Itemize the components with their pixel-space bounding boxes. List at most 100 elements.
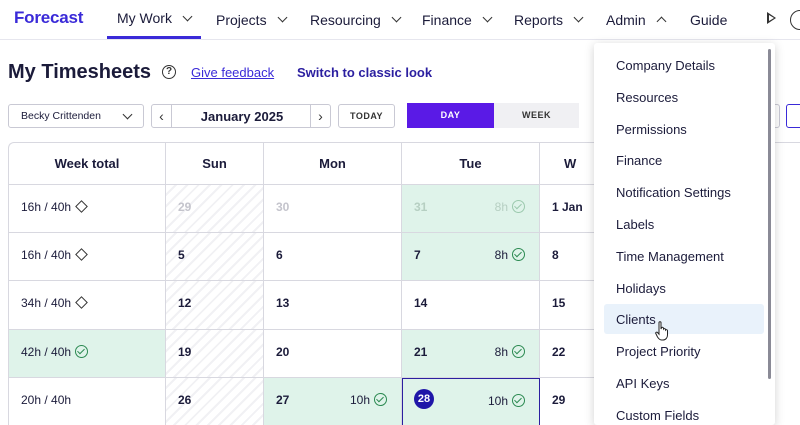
chevron-down-icon [573,12,584,23]
day-cell[interactable]: 29 [166,185,264,233]
day-hours: 10h [350,393,387,407]
week-total-value: 20h / 40h [21,393,72,407]
nav-guide-label: Guide [690,11,728,28]
day-cell[interactable]: 5 [166,233,264,281]
nav-my-work-label: My Work [117,10,172,26]
current-month-label: January 2025 [200,109,284,124]
header-mon: Mon [264,143,402,185]
nav-admin-label: Admin [606,11,646,28]
nav-projects-label: Projects [216,11,267,28]
week-total-value: 34h / 40h [21,296,72,310]
day-cell[interactable]: 21 8h [402,330,540,378]
menu-item-time-management[interactable]: Time Management [604,241,764,271]
day-cell[interactable]: 31 8h [402,185,540,233]
menu-item-holidays[interactable]: Holidays [604,273,764,303]
nav-guide[interactable]: Guide [690,0,727,39]
day-number: 8 [552,248,559,262]
nav-resourcing-label: Resourcing [310,11,381,28]
help-icon[interactable]: ? [162,65,176,79]
day-hours: 8h [495,345,525,359]
day-number: 14 [414,296,428,310]
today-button[interactable]: TODAY [338,104,395,128]
hours-value: 8h [494,200,508,214]
chevron-down-icon [391,12,402,23]
day-cell[interactable]: 6 [264,233,402,281]
day-cell[interactable]: 27 10h [264,378,402,425]
week-total-row-1: 16h / 40h [9,185,166,233]
diamond-warning-icon [75,248,88,261]
nav-resourcing[interactable]: Resourcing [310,0,402,39]
chevron-down-icon [182,11,193,21]
day-cell[interactable]: 20 [264,330,402,378]
give-feedback-link[interactable]: Give feedback [191,65,274,80]
menu-item-permissions[interactable]: Permissions [604,114,764,144]
nav-admin[interactable]: Admin [606,0,667,39]
chevron-down-icon [482,12,493,23]
chevron-up-icon [656,16,667,27]
week-total-value: 16h / 40h [21,200,72,214]
day-hours: 10h [488,394,525,408]
person-select-value: Becky Crittenden [21,110,101,122]
day-cell[interactable]: 12 [166,281,264,330]
menu-item-finance[interactable]: Finance [604,145,764,175]
week-view-button[interactable]: WEEK [494,103,579,128]
switch-classic-link[interactable]: Switch to classic look [297,65,432,80]
day-number: 6 [276,248,283,262]
day-number: 27 [276,393,290,407]
nav-finance[interactable]: Finance [422,0,493,39]
help-icon[interactable] [790,10,800,30]
day-number: 22 [552,345,566,359]
day-cell[interactable]: 14 [402,281,540,330]
next-month-button[interactable]: › [310,105,330,127]
day-cell[interactable]: 30 [264,185,402,233]
day-view-button[interactable]: DAY [407,103,494,128]
admin-dropdown-menu: Company Details Resources Permissions Fi… [594,43,775,425]
menu-item-clients[interactable]: Clients [604,304,764,334]
nav-finance-label: Finance [422,11,472,28]
menu-item-company-details[interactable]: Company Details [604,50,764,80]
nav-reports-label: Reports [514,11,564,28]
chevron-down-icon [277,12,288,23]
today-badge: 28 [414,389,434,409]
menu-item-custom-fields[interactable]: Custom Fields [604,400,764,425]
day-cell-today[interactable]: 28 10h [402,378,540,425]
day-cell[interactable]: 26 [166,378,264,425]
hand-cursor-icon [655,321,668,341]
day-number: 30 [276,200,290,214]
nav-reports[interactable]: Reports [514,0,584,39]
play-icon-inner [769,15,774,21]
day-number: 1 Jan [552,200,583,214]
day-cell[interactable]: 19 [166,330,264,378]
day-number: 15 [552,296,566,310]
check-circle-icon [512,200,525,213]
menu-item-labels[interactable]: Labels [604,209,764,239]
week-total-row-3: 34h / 40h [9,281,166,330]
day-number: 5 [178,248,185,262]
menu-item-project-priority[interactable]: Project Priority [604,336,764,366]
date-navigator: ‹ January 2025 › [151,104,331,128]
day-number: 26 [178,393,192,407]
menu-scrollbar[interactable] [768,49,771,379]
check-circle-icon [512,345,525,358]
menu-item-api-keys[interactable]: API Keys [604,368,764,398]
logo[interactable]: Forecast [14,8,83,28]
menu-item-notification-settings[interactable]: Notification Settings [604,177,764,207]
toolbar-action-button[interactable] [786,104,800,128]
header-week-total: Week total [9,143,166,185]
day-hours: 8h [495,248,525,262]
check-circle-icon [512,394,525,407]
day-cell[interactable]: 7 8h [402,233,540,281]
nav-projects[interactable]: Projects [216,0,288,39]
nav-my-work[interactable]: My Work [107,0,201,39]
day-cell[interactable]: 13 [264,281,402,330]
check-circle-icon [75,345,89,358]
day-number: 20 [276,345,290,359]
menu-item-resources[interactable]: Resources [604,82,764,112]
day-number: 13 [276,296,290,310]
diamond-warning-icon [75,200,88,213]
prev-month-button[interactable]: ‹ [152,105,172,127]
header-tue: Tue [402,143,540,185]
week-total-row-2: 16h / 40h [9,233,166,281]
diamond-warning-icon [75,296,88,309]
person-select[interactable]: Becky Crittenden [8,104,144,128]
